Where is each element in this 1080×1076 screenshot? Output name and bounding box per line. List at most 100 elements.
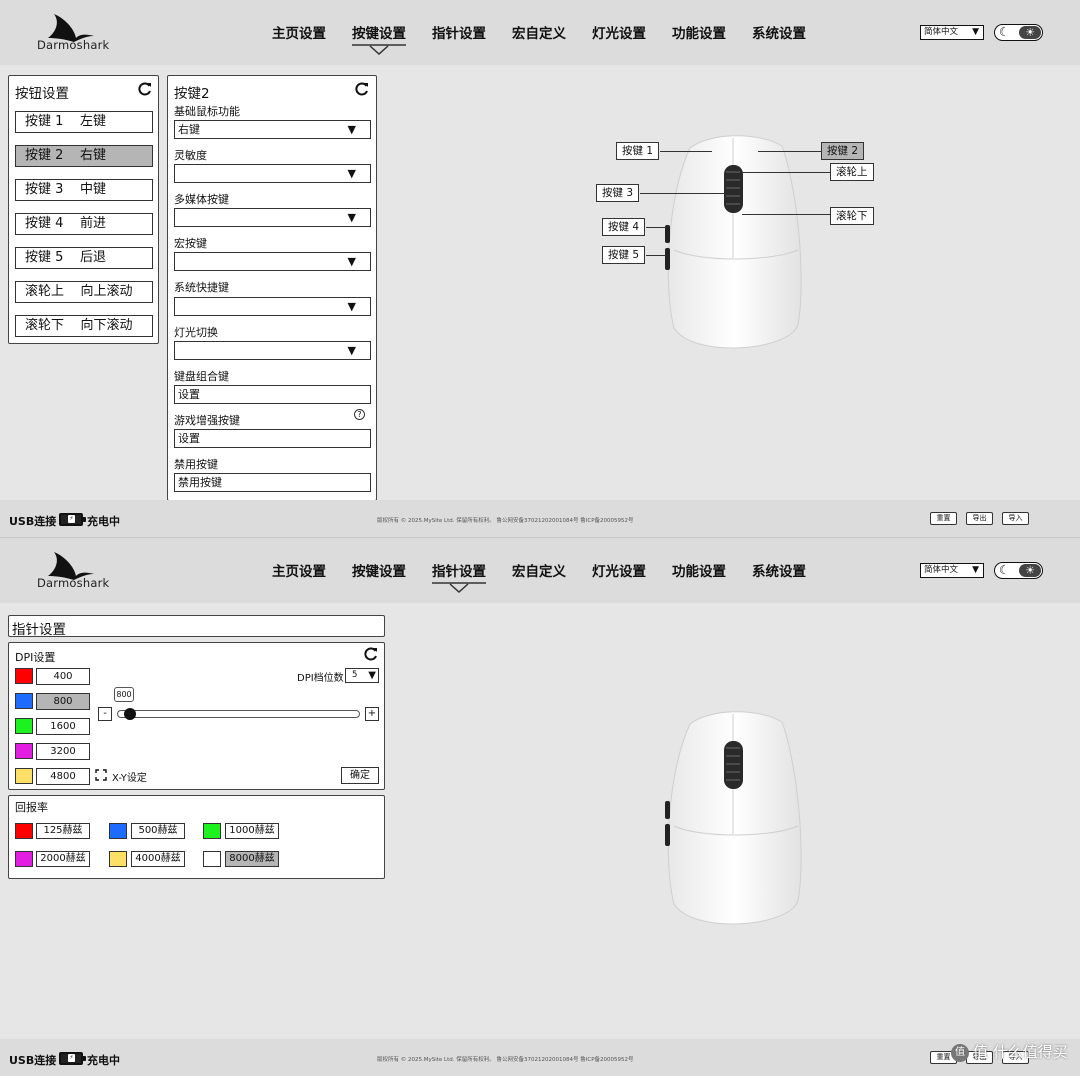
disable-key-button[interactable]: 禁用按键 xyxy=(174,473,371,492)
callout-button-5[interactable]: 按键 5 xyxy=(602,246,646,264)
refresh-icon[interactable] xyxy=(355,82,369,96)
tab-buttons[interactable]: 按键设置 xyxy=(352,560,406,580)
active-tab-marker xyxy=(432,582,486,594)
dpi-color-swatch[interactable] xyxy=(15,743,33,759)
theme-toggle[interactable]: ☾ ☀ xyxy=(994,24,1043,41)
polling-title: 回报率 xyxy=(15,801,48,814)
rate-color-swatch[interactable] xyxy=(15,823,33,839)
tab-macro[interactable]: 宏自定义 xyxy=(512,560,566,580)
confirm-button[interactable]: 确定 xyxy=(341,767,379,784)
tab-lighting[interactable]: 灯光设置 xyxy=(592,560,646,580)
callout-button-4[interactable]: 按键 4 xyxy=(602,218,646,236)
rate-2000[interactable]: 2000赫兹 xyxy=(36,851,90,867)
leader-line xyxy=(758,151,821,152)
select-value: 5 xyxy=(352,670,358,680)
sensitivity-select[interactable]: ▼ xyxy=(174,164,371,183)
basic-function-select[interactable]: 右键 ▼ xyxy=(174,120,371,139)
screen-button-settings: Darmoshark 主页设置 按键设置 指针设置 宏自定义 灯光设置 功能设置… xyxy=(0,0,1080,537)
help-icon[interactable]: ? xyxy=(354,409,365,420)
dpi-value-3[interactable]: 1600 xyxy=(36,718,90,735)
tab-pointer[interactable]: 指针设置 xyxy=(432,560,486,580)
callout-wheel-up[interactable]: 滚轮上 xyxy=(830,163,874,181)
callout-wheel-down[interactable]: 滚轮下 xyxy=(830,207,874,225)
slider-handle[interactable] xyxy=(124,708,137,720)
xy-setting-label[interactable]: X-Y设定 xyxy=(112,769,147,784)
copyright-text: 版权所有 © 2025.MySite Ltd. 保留所有权利。 鲁公网安备370… xyxy=(377,518,634,524)
tab-home[interactable]: 主页设置 xyxy=(272,22,326,42)
status-footer: USB连接 ⚡ 充电中 版权所有 © 2025.MySite Ltd. 保留所有… xyxy=(0,1039,1080,1076)
button-item-4[interactable]: 按键 4 前进 xyxy=(15,213,153,235)
tab-home[interactable]: 主页设置 xyxy=(272,560,326,580)
import-button[interactable]: 导入 xyxy=(1002,512,1029,525)
callout-button-2[interactable]: 按键 2 xyxy=(821,142,865,160)
reset-button[interactable]: 重置 xyxy=(930,512,957,525)
callout-button-3[interactable]: 按键 3 xyxy=(596,184,640,202)
dpi-color-swatch[interactable] xyxy=(15,718,33,734)
tab-buttons[interactable]: 按键设置 xyxy=(352,22,406,42)
button-item-5[interactable]: 按键 5 后退 xyxy=(15,247,153,269)
tab-functions[interactable]: 功能设置 xyxy=(672,22,726,42)
language-select[interactable]: 简体中文 ▼ xyxy=(920,563,984,578)
tab-pointer[interactable]: 指针设置 xyxy=(432,22,486,42)
copyright-text: 版权所有 © 2025.MySite Ltd. 保留所有权利。 鲁公网安备370… xyxy=(377,1057,634,1063)
charging-status: 充电中 xyxy=(87,1054,120,1067)
refresh-icon[interactable] xyxy=(364,647,378,661)
dpi-value-4[interactable]: 3200 xyxy=(36,743,90,760)
language-select[interactable]: 简体中文 ▼ xyxy=(920,25,984,40)
game-enhance-button[interactable]: 设置 xyxy=(174,429,371,448)
disable-key-label: 禁用按键 xyxy=(174,458,218,471)
dpi-color-swatch[interactable] xyxy=(15,768,33,784)
button-item-3[interactable]: 按键 3 中键 xyxy=(15,179,153,201)
macro-label: 宏按键 xyxy=(174,237,207,250)
select-value: 右键 xyxy=(178,123,200,136)
rate-color-swatch[interactable] xyxy=(15,851,33,867)
button-item-1[interactable]: 按键 1 左键 xyxy=(15,111,153,133)
key-combo-button[interactable]: 设置 xyxy=(174,385,371,404)
button-item-wheel-up[interactable]: 滚轮上 向上滚动 xyxy=(15,281,153,303)
callout-button-1[interactable]: 按键 1 xyxy=(616,142,660,160)
dpi-color-swatch[interactable] xyxy=(15,668,33,684)
multimedia-select[interactable]: ▼ xyxy=(174,208,371,227)
button-item-wheel-down[interactable]: 滚轮下 向下滚动 xyxy=(15,315,153,337)
rate-color-swatch[interactable] xyxy=(203,823,221,839)
rate-color-swatch[interactable] xyxy=(203,851,221,867)
dpi-levels-select[interactable]: 5 ▼ xyxy=(345,668,379,683)
increase-button[interactable]: + xyxy=(365,707,379,721)
button-item-2[interactable]: 按键 2 右键 xyxy=(15,145,153,167)
tab-system[interactable]: 系统设置 xyxy=(752,560,806,580)
dpi-value-2[interactable]: 800 xyxy=(36,693,90,710)
dpi-value-1[interactable]: 400 xyxy=(36,668,90,685)
rate-4000[interactable]: 4000赫兹 xyxy=(131,851,185,867)
chevron-down-icon: ▼ xyxy=(347,167,356,180)
rate-500[interactable]: 500赫兹 xyxy=(131,823,185,839)
dpi-panel: DPI设置 DPI档位数 5 ▼ 400 800 1600 3200 4800 8… xyxy=(8,642,385,790)
dpi-slider[interactable] xyxy=(117,710,360,718)
dpi-color-swatch[interactable] xyxy=(15,693,33,709)
rate-125[interactable]: 125赫兹 xyxy=(36,823,90,839)
basic-function-label: 基础鼠标功能 xyxy=(174,105,240,118)
refresh-icon[interactable] xyxy=(138,82,152,96)
tab-macro[interactable]: 宏自定义 xyxy=(512,22,566,42)
tab-system[interactable]: 系统设置 xyxy=(752,22,806,42)
lighting-switch-select[interactable]: ▼ xyxy=(174,341,371,360)
export-button[interactable]: 导出 xyxy=(966,512,993,525)
rate-1000[interactable]: 1000赫兹 xyxy=(225,823,279,839)
logo-text: Darmoshark xyxy=(37,576,110,590)
top-header: Darmoshark 主页设置 按键设置 指针设置 宏自定义 灯光设置 功能设置… xyxy=(0,0,1080,65)
decrease-button[interactable]: - xyxy=(98,707,112,721)
rate-color-swatch[interactable] xyxy=(109,851,127,867)
connection-status: USB连接 xyxy=(9,515,57,528)
slider-tooltip: 800 xyxy=(114,687,134,702)
active-tab-marker xyxy=(352,44,406,56)
theme-toggle[interactable]: ☾ ☀ xyxy=(994,562,1043,579)
rate-8000[interactable]: 8000赫兹 xyxy=(225,851,279,867)
dpi-value-5[interactable]: 4800 xyxy=(36,768,90,785)
connection-status: USB连接 xyxy=(9,1054,57,1067)
macro-select[interactable]: ▼ xyxy=(174,252,371,271)
rate-color-swatch[interactable] xyxy=(109,823,127,839)
shortcut-select[interactable]: ▼ xyxy=(174,297,371,316)
expand-icon[interactable] xyxy=(95,769,107,781)
tab-lighting[interactable]: 灯光设置 xyxy=(592,22,646,42)
language-value: 简体中文 xyxy=(924,565,959,575)
tab-functions[interactable]: 功能设置 xyxy=(672,560,726,580)
